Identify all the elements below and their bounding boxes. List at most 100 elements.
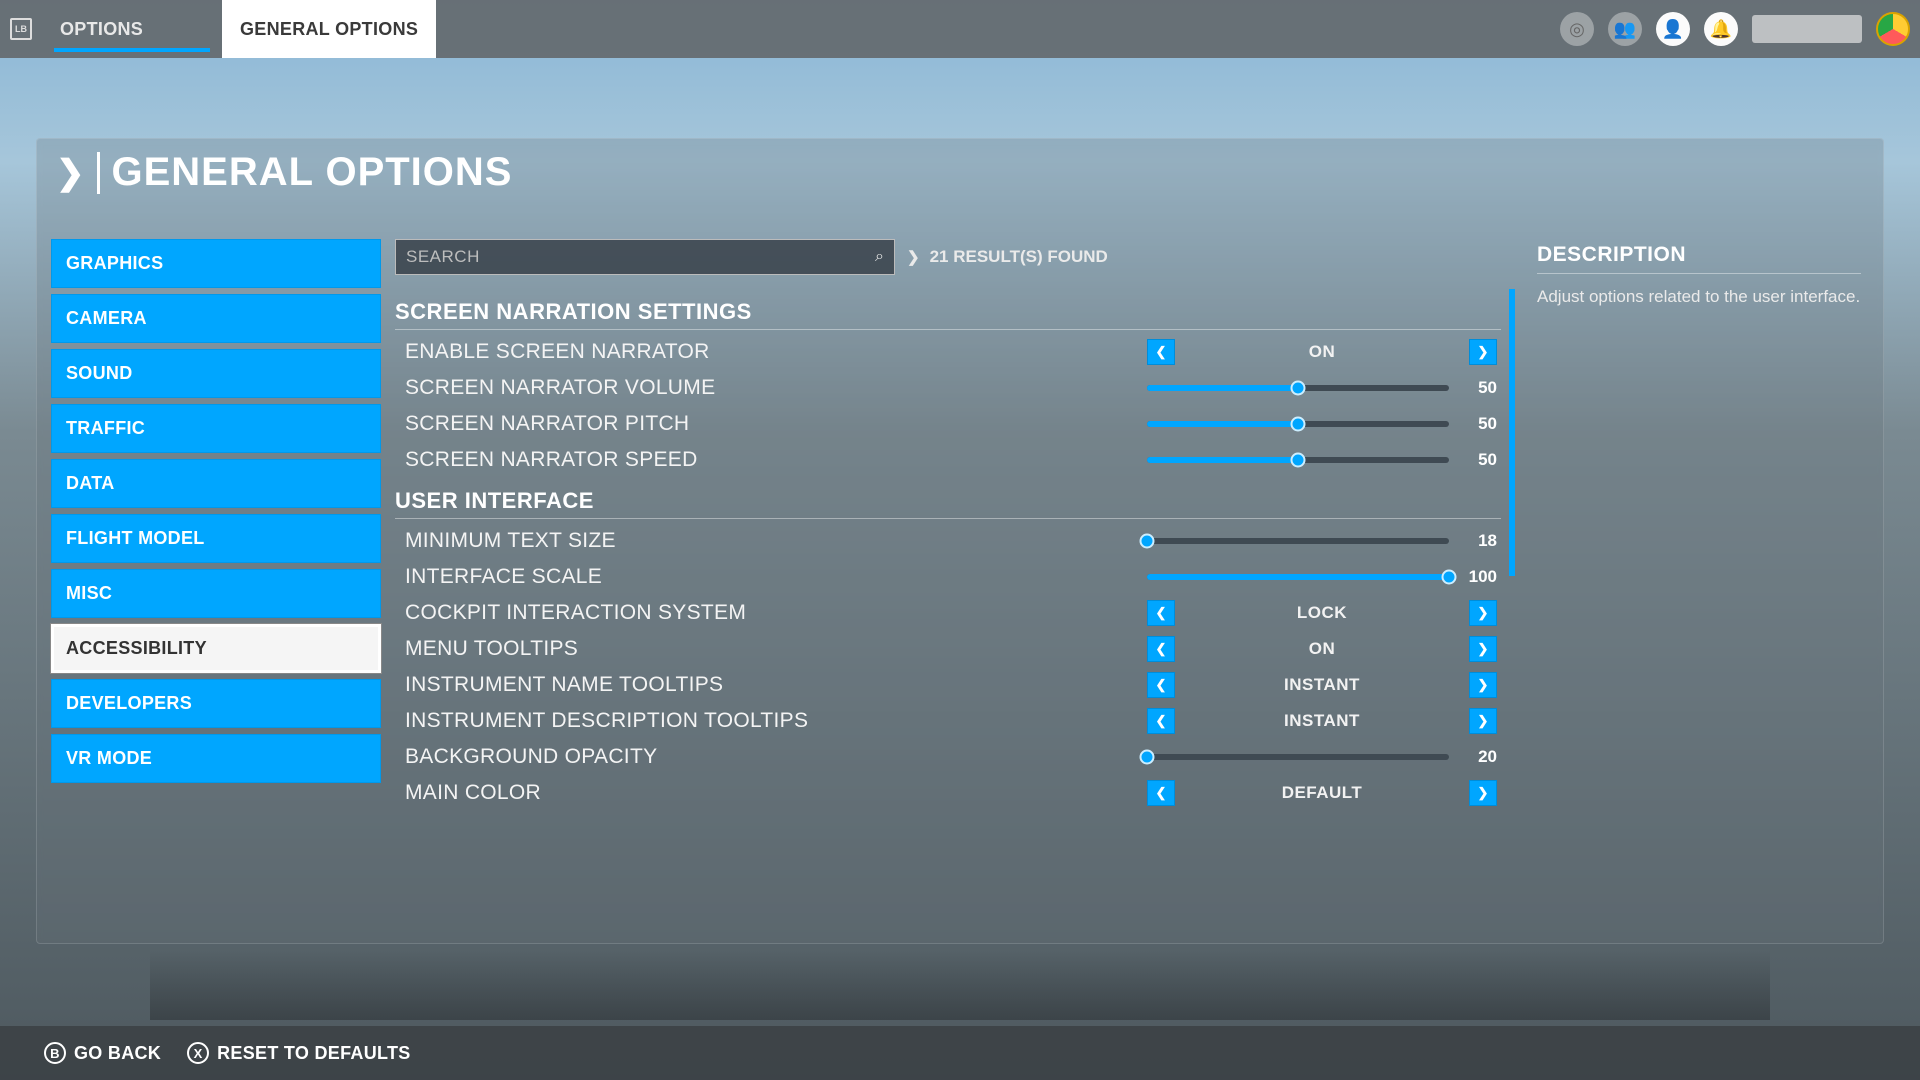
group-rule [395, 518, 1501, 519]
setting-label: SCREEN NARRATOR VOLUME [405, 376, 715, 400]
slider-value: 20 [1463, 747, 1497, 767]
slider-value: 18 [1463, 531, 1497, 551]
slider-track[interactable] [1147, 574, 1449, 580]
toggle-prev-button[interactable]: ❮ [1147, 672, 1175, 698]
reset-defaults-button[interactable]: X RESET TO DEFAULTS [187, 1042, 410, 1064]
marketplace-icon[interactable]: ◎ [1560, 12, 1594, 46]
slider-track[interactable] [1147, 457, 1449, 463]
slider-track[interactable] [1147, 421, 1449, 427]
chevron-right-icon: ❯ [907, 248, 920, 266]
results-label: 21 RESULT(S) FOUND [930, 247, 1108, 267]
top-icons: ◎ 👥 👤 🔔 [1560, 12, 1910, 46]
profile-icon[interactable]: 👤 [1656, 12, 1690, 46]
page-title: GENERAL OPTIONS [112, 150, 513, 195]
setting-label: INSTRUMENT DESCRIPTION TOOLTIPS [405, 709, 808, 733]
slider-thumb[interactable] [1291, 381, 1306, 396]
setting-row[interactable]: SCREEN NARRATOR VOLUME 50 [395, 370, 1501, 406]
nav-tabs: OPTIONS GENERAL OPTIONS [42, 0, 436, 58]
sidebar-item-sound[interactable]: SOUND [51, 349, 381, 398]
slider-thumb[interactable] [1442, 570, 1457, 585]
toggle-prev-button[interactable]: ❮ [1147, 708, 1175, 734]
setting-row[interactable]: INTERFACE SCALE100 [395, 559, 1501, 595]
slider-thumb[interactable] [1140, 750, 1155, 765]
toggle-value: ON [1175, 639, 1469, 659]
toggle-next-button[interactable]: ❯ [1469, 636, 1497, 662]
group-rule [395, 329, 1501, 330]
toggle-next-button[interactable]: ❯ [1469, 708, 1497, 734]
slider-control: 50 [1147, 450, 1497, 470]
gamertag-plate[interactable] [1752, 15, 1862, 43]
notifications-icon[interactable]: 🔔 [1704, 12, 1738, 46]
sidebar-item-data[interactable]: DATA [51, 459, 381, 508]
nav-tab-options[interactable]: OPTIONS [42, 0, 222, 58]
settings-list[interactable]: SCREEN NARRATION SETTINGS ENABLE SCREEN N… [395, 289, 1515, 927]
page-title-row: ❯ GENERAL OPTIONS [56, 150, 512, 195]
sidebar-item-graphics[interactable]: GRAPHICS [51, 239, 381, 288]
group-header: SCREEN NARRATION SETTINGS [395, 299, 1501, 325]
slider-thumb[interactable] [1140, 534, 1155, 549]
sidebar-item-traffic[interactable]: TRAFFIC [51, 404, 381, 453]
setting-label: MAIN COLOR [405, 781, 541, 805]
toggle-prev-button[interactable]: ❮ [1147, 780, 1175, 806]
setting-label: SCREEN NARRATOR PITCH [405, 412, 689, 436]
sidebar-item-accessibility[interactable]: ACCESSIBILITY [51, 624, 381, 673]
setting-row[interactable]: MINIMUM TEXT SIZE 18 [395, 523, 1501, 559]
toggle-prev-button[interactable]: ❮ [1147, 636, 1175, 662]
sidebar-item-camera[interactable]: CAMERA [51, 294, 381, 343]
slider-track[interactable] [1147, 538, 1449, 544]
toggle-next-button[interactable]: ❯ [1469, 672, 1497, 698]
setting-label: COCKPIT INTERACTION SYSTEM [405, 601, 746, 625]
slider-track[interactable] [1147, 385, 1449, 391]
keycap-b: B [44, 1042, 66, 1064]
setting-label: MINIMUM TEXT SIZE [405, 529, 616, 553]
slider-value: 50 [1463, 450, 1497, 470]
slider-control: 50 [1147, 378, 1497, 398]
go-back-button[interactable]: B GO BACK [44, 1042, 161, 1064]
setting-row[interactable]: INSTRUMENT DESCRIPTION TOOLTIPS❮INSTANT❯ [395, 703, 1501, 739]
sidebar-item-misc[interactable]: MISC [51, 569, 381, 618]
description-title: DESCRIPTION [1537, 243, 1861, 267]
search-input[interactable] [406, 247, 875, 267]
setting-label: BACKGROUND OPACITY [405, 745, 657, 769]
setting-label: ENABLE SCREEN NARRATOR [405, 340, 710, 364]
slider-thumb[interactable] [1291, 453, 1306, 468]
setting-label: MENU TOOLTIPS [405, 637, 578, 661]
setting-row[interactable]: MAIN COLOR ❮DEFAULT❯ [395, 775, 1501, 811]
toggle-control: ❮DEFAULT❯ [1147, 780, 1497, 806]
setting-row[interactable]: SCREEN NARRATOR PITCH 50 [395, 406, 1501, 442]
cockpit-backdrop [150, 950, 1770, 1020]
slider-value: 100 [1463, 567, 1497, 587]
category-sidebar: GRAPHICS CAMERA SOUND TRAFFIC DATA FLIGHT MOD… [49, 235, 383, 931]
slider-thumb[interactable] [1291, 417, 1306, 432]
toggle-prev-button[interactable]: ❮ [1147, 339, 1175, 365]
setting-row[interactable]: MENU TOOLTIPS ❮ON❯ [395, 631, 1501, 667]
slider-value: 50 [1463, 378, 1497, 398]
setting-row[interactable]: COCKPIT INTERACTION SYSTEM ❮LOCK❯ [395, 595, 1501, 631]
toggle-prev-button[interactable]: ❮ [1147, 600, 1175, 626]
settings-scrollbar[interactable] [1509, 289, 1515, 927]
slider-control: 50 [1147, 414, 1497, 434]
bottom-bar: B GO BACK X RESET TO DEFAULTS [0, 1026, 1920, 1080]
sidebar-item-developers[interactable]: DEVELOPERS [51, 679, 381, 728]
toggle-next-button[interactable]: ❯ [1469, 780, 1497, 806]
description-body: Adjust options related to the user inter… [1537, 286, 1861, 308]
toggle-value: LOCK [1175, 603, 1469, 623]
toggle-value: INSTANT [1175, 675, 1469, 695]
toggle-control: ❮ON❯ [1147, 339, 1497, 365]
community-icon[interactable]: 👥 [1608, 12, 1642, 46]
setting-row[interactable]: ENABLE SCREEN NARRATOR ❮ON❯ [395, 334, 1501, 370]
avatar[interactable] [1876, 12, 1910, 46]
setting-row[interactable]: INSTRUMENT NAME TOOLTIPS❮INSTANT❯ [395, 667, 1501, 703]
top-bar: LB OPTIONS GENERAL OPTIONS ◎ 👥 👤 🔔 [0, 0, 1920, 58]
search-results-count[interactable]: ❯ 21 RESULT(S) FOUND [907, 247, 1108, 267]
setting-row[interactable]: BACKGROUND OPACITY 20 [395, 739, 1501, 775]
nav-tab-general-options[interactable]: GENERAL OPTIONS [222, 0, 436, 58]
toggle-next-button[interactable]: ❯ [1469, 339, 1497, 365]
sidebar-item-flight-model[interactable]: FLIGHT MODEL [51, 514, 381, 563]
toggle-next-button[interactable]: ❯ [1469, 600, 1497, 626]
sidebar-item-vr-mode[interactable]: VR MODE [51, 734, 381, 783]
setting-row[interactable]: SCREEN NARRATOR SPEED50 [395, 442, 1501, 478]
title-divider [97, 152, 100, 194]
slider-track[interactable] [1147, 754, 1449, 760]
search-box[interactable]: ⌕ [395, 239, 895, 275]
